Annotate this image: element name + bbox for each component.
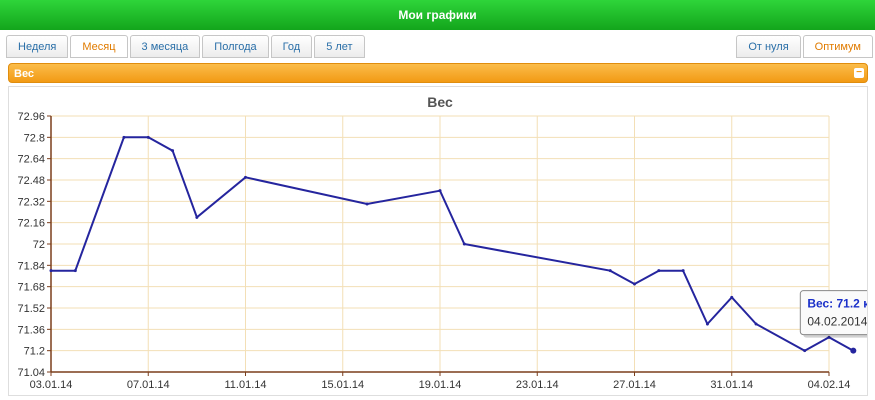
data-point [633,282,636,286]
data-point [462,242,466,246]
y-tick-label: 72.64 [17,154,45,166]
x-tick-label: 31.01.14 [710,379,753,391]
data-point [244,175,247,179]
panel-header: Вес − [8,63,868,83]
data-point [754,322,758,326]
scale-tabs: От нуля Оптимум [734,35,873,58]
x-tick-label: 07.01.14 [127,379,170,391]
y-tick-label: 71.36 [17,324,45,336]
data-point [681,269,685,273]
y-tick-label: 72.96 [17,111,45,123]
y-tick-label: 72.32 [17,196,45,208]
tab-year[interactable]: Год [270,35,313,58]
highlighted-point [850,347,857,354]
x-tick-label: 27.01.14 [613,379,656,391]
data-point [657,269,661,273]
panel-title: Вес [14,68,35,80]
y-tick-label: 71.2 [24,346,45,358]
y-tick-label: 71.52 [17,303,45,315]
x-tick-label: 04.02.14 [808,379,851,391]
tab-3-months[interactable]: 3 месяца [129,35,201,58]
data-point [608,269,612,273]
data-point [730,295,734,299]
x-tick-label: 19.01.14 [419,379,462,391]
tab-week[interactable]: Неделя [6,35,69,58]
x-tick-label: 11.01.14 [224,379,266,391]
tab-from-zero[interactable]: От нуля [736,35,801,58]
weight-chart: Вес 72.96 72.8 72.64 72.48 72.32 72.16 72 71.84 7… [17,94,875,391]
data-point [365,202,369,206]
tab-5-years[interactable]: 5 лет [314,35,365,58]
y-tick-label: 72.8 [24,132,45,144]
data-point [49,269,53,273]
data-point [195,215,199,219]
x-tick-label: 23.01.14 [516,379,559,391]
y-tick-label: 71.84 [17,260,45,272]
y-tick-label: 72 [33,239,45,251]
x-tick-label: 15.01.14 [321,379,364,391]
data-point [803,349,807,353]
y-tick-label: 71.68 [17,282,45,294]
data-point [705,322,709,326]
data-point [438,189,442,193]
tooltip-value: Вес: 71.2 кг [807,297,867,311]
x-tick-label: 03.01.14 [30,379,73,391]
chart-container: Вес 72.96 72.8 72.64 72.48 72.32 72.16 72 71.84 7… [8,86,875,396]
data-point [146,135,150,139]
app-title: Мои графики [0,0,875,30]
period-tabs: Неделя Месяц 3 месяца Полгода Год 5 лет [6,35,367,58]
data-point [73,269,77,273]
collapse-icon[interactable]: − [854,68,864,78]
data-point [171,149,175,153]
data-point [122,135,126,139]
tab-optimum[interactable]: Оптимум [802,35,873,58]
y-tick-label: 71.04 [17,367,45,379]
tooltip-date: 04.02.2014 [807,315,867,329]
chart-title: Вес [427,94,453,110]
tab-half-year[interactable]: Полгода [202,35,269,58]
y-tick-label: 72.48 [17,175,45,187]
tab-month[interactable]: Месяц [70,35,128,58]
y-tick-label: 72.16 [17,218,45,230]
